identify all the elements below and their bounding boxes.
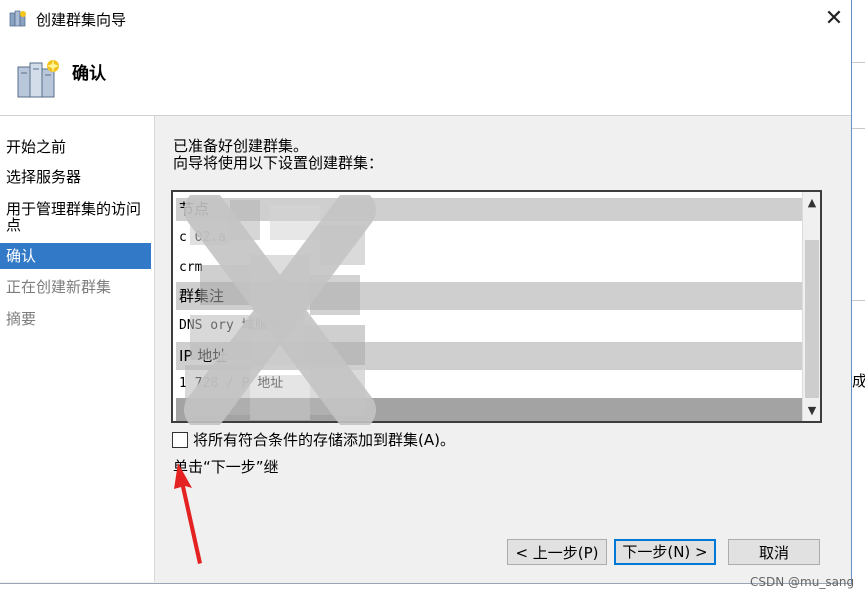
wizard-steps-nav: 开始之前 选择服务器 用于管理群集的访问 点 确认 正在创建新群集 摘要 <box>0 116 155 582</box>
step-summary: 摘要 <box>6 310 37 328</box>
step-creating-cluster: 正在创建新群集 <box>6 278 112 296</box>
scroll-up-icon[interactable]: ▲ <box>803 194 820 212</box>
vertical-scrollbar[interactable]: ▲ ▼ <box>802 192 820 421</box>
background-text: 成 <box>852 372 865 390</box>
cluster-wizard-icon <box>9 10 26 27</box>
scroll-thumb[interactable] <box>805 240 819 398</box>
step-access-point-cont: 点 <box>6 216 22 234</box>
scroll-down-icon[interactable]: ▼ <box>803 402 820 420</box>
close-icon[interactable]: ✕ <box>818 3 850 35</box>
next-button[interactable]: 下一步(N) > <box>614 539 716 565</box>
watermark-text: CSDN @mu_sang <box>750 575 855 589</box>
cluster-servers-icon <box>17 59 59 98</box>
wizard-header: 确认 <box>0 40 851 115</box>
divider <box>852 128 865 129</box>
divider <box>852 62 865 63</box>
window-title: 创建群集向导 <box>36 11 127 29</box>
page-title: 确认 <box>72 64 106 84</box>
cancel-button[interactable]: 取消 <box>728 539 820 565</box>
ready-line-1: 已准备好创建群集。 <box>173 137 309 155</box>
add-storage-checkbox[interactable] <box>172 432 188 448</box>
step-select-servers: 选择服务器 <box>6 168 82 186</box>
redaction-overlay <box>184 195 376 425</box>
annotation-arrow <box>174 463 202 564</box>
ready-line-2: 向导将使用以下设置创建群集： <box>173 154 384 172</box>
step-before-you-begin: 开始之前 <box>6 138 67 156</box>
background-window-edge: 成 <box>852 0 865 598</box>
ready-text: 已准备好创建群集。 向导将使用以下设置创建群集： <box>173 138 383 172</box>
divider <box>852 300 865 301</box>
add-storage-label[interactable]: 将所有符合条件的存储添加到群集(A)。 <box>193 429 455 450</box>
back-button[interactable]: < 上一步(P) <box>507 539 607 565</box>
wizard-window: 创建群集向导 ✕ 确认 开始之前 选择服务器 用于管理群集的访问 点 确认 正在… <box>0 0 852 584</box>
step-confirmation: 确认 <box>0 243 151 269</box>
title-bar: 创建群集向导 ✕ <box>0 0 851 40</box>
